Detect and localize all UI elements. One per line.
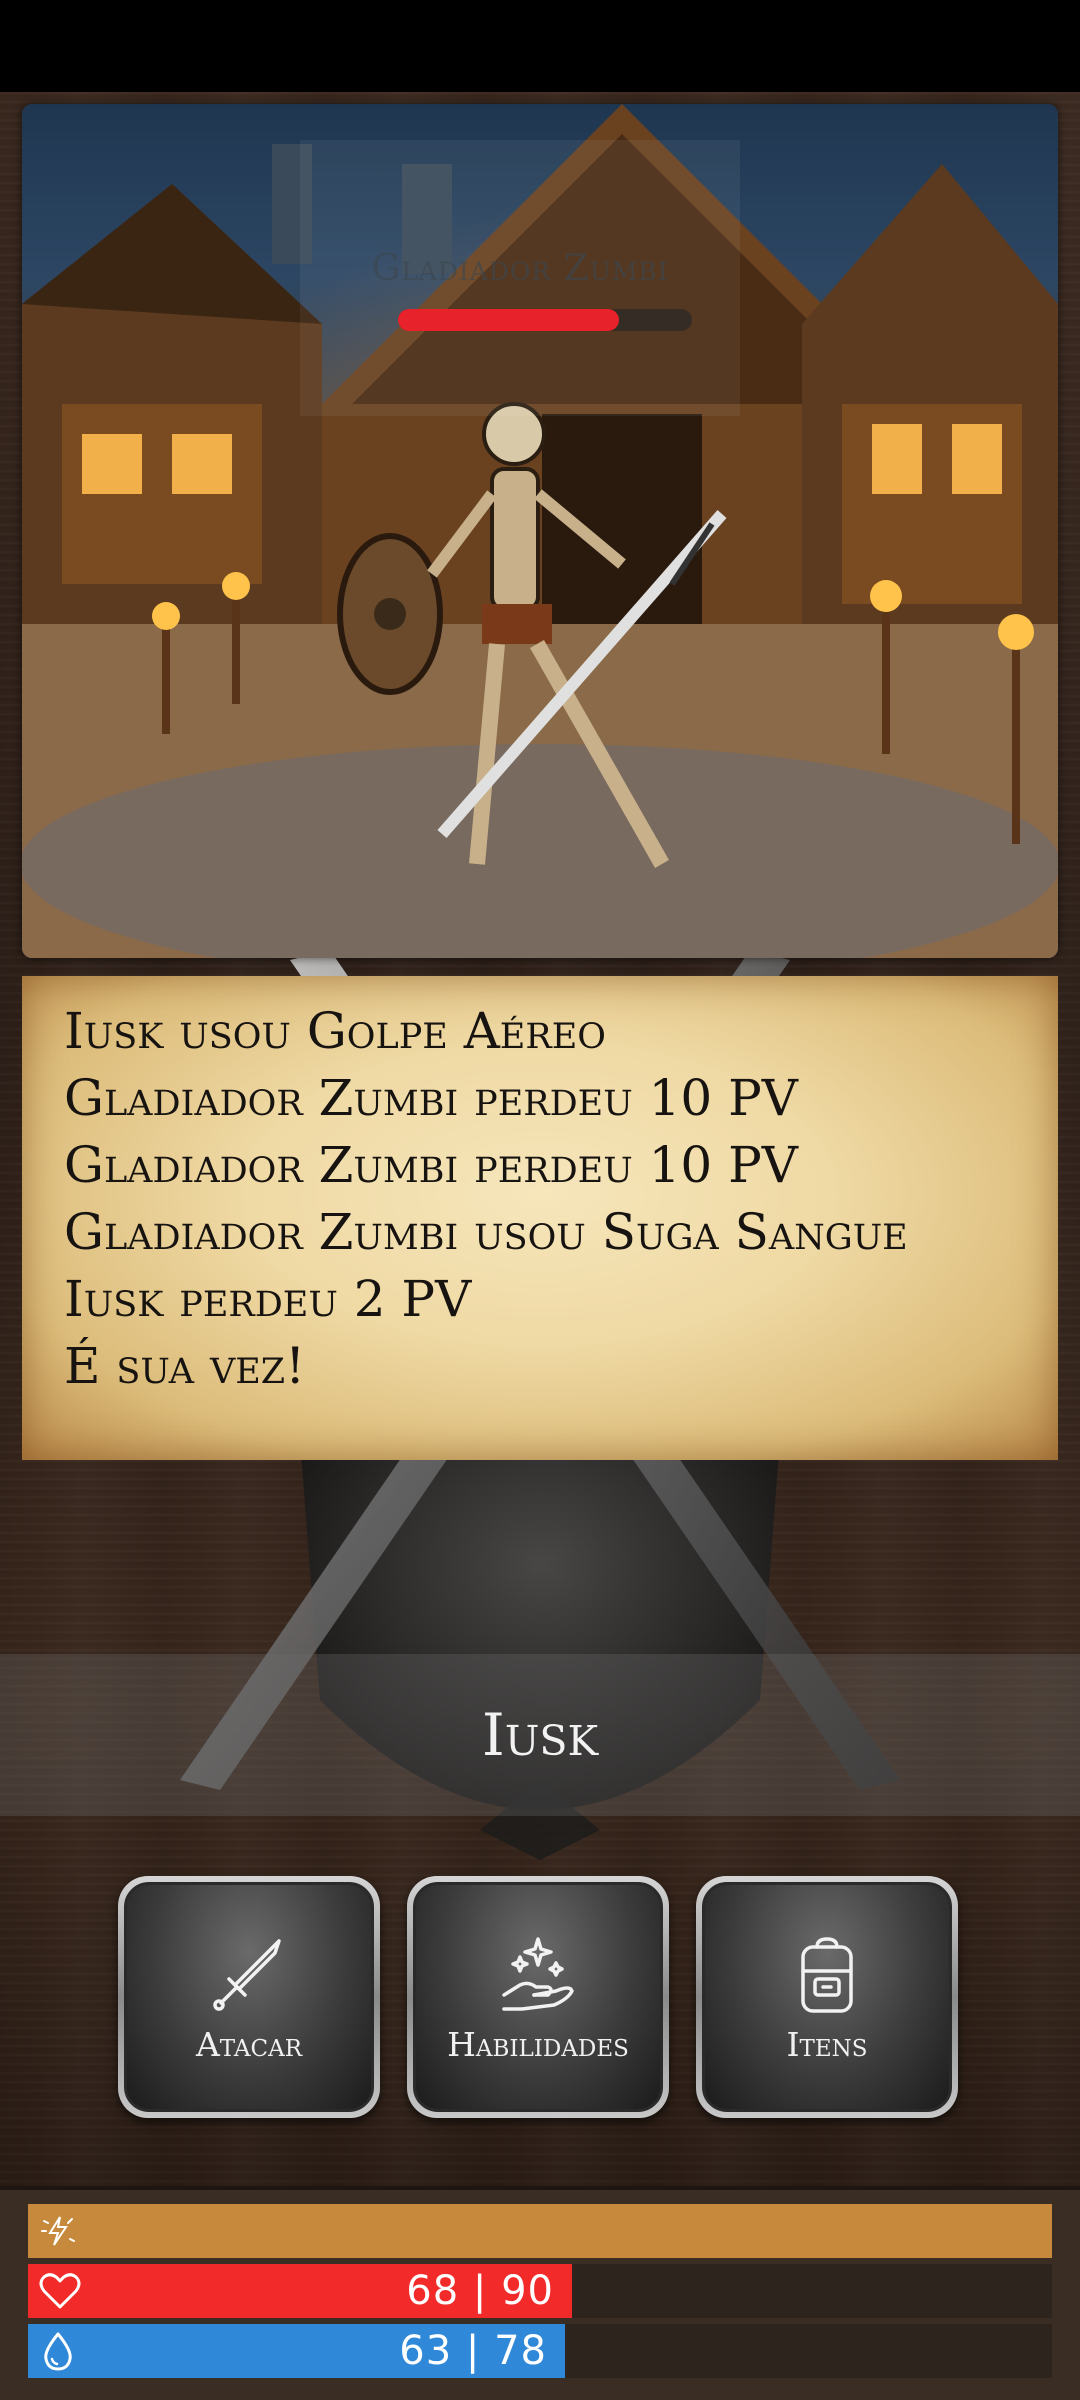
enemy-health-fill — [398, 309, 619, 331]
log-line: Iusk perdeu 2 PV — [64, 1270, 472, 1328]
log-line: Gladiador Zumbi usou Suga Sangue — [64, 1203, 908, 1261]
backpack-icon — [801, 1937, 853, 2013]
health-value: 68 | 90 — [406, 2268, 554, 2314]
items-button[interactable]: Itens — [696, 1876, 958, 2118]
log-line: É sua vez! — [64, 1337, 306, 1395]
sword-icon — [213, 1939, 281, 2011]
mana-value: 63 | 78 — [399, 2328, 547, 2374]
enemy-health-bar — [398, 309, 692, 331]
battle-log: Iusk usou Golpe Aéreo Gladiador Zumbi pe… — [22, 976, 1058, 1460]
player-stats-panel: 68 | 90 63 | 78 — [0, 2186, 1080, 2400]
energy-fill — [28, 2204, 1052, 2258]
heart-icon — [39, 2273, 81, 2309]
health-bar: 68 | 90 — [28, 2264, 1052, 2318]
skills-label: Habilidades — [447, 2025, 629, 2064]
attack-button[interactable]: Atacar — [118, 1876, 380, 2118]
skills-button[interactable]: Habilidades — [407, 1876, 669, 2118]
energy-bar — [28, 2204, 1052, 2258]
energy-icon — [41, 2216, 75, 2246]
items-label: Itens — [786, 2025, 868, 2064]
log-line: Gladiador Zumbi perdeu 10 PV — [64, 1136, 798, 1194]
log-line: Gladiador Zumbi perdeu 10 PV — [64, 1069, 798, 1127]
magic-hand-icon — [502, 1937, 574, 2011]
player-name: Iusk — [481, 1701, 599, 1769]
attack-label: Atacar — [195, 2025, 303, 2064]
mana-bar: 63 | 78 — [28, 2324, 1052, 2378]
log-line: Iusk usou Golpe Aéreo — [64, 1002, 606, 1060]
water-drop-icon — [44, 2332, 72, 2371]
enemy-name: Gladiador Zumbi — [371, 248, 669, 289]
